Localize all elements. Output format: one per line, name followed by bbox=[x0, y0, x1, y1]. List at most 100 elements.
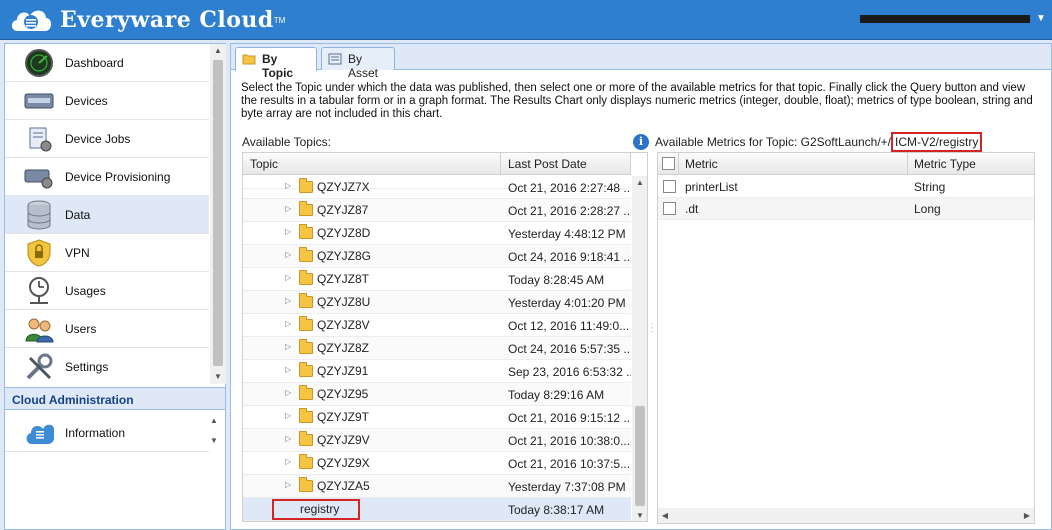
tab-by-asset[interactable]: By Asset bbox=[321, 47, 395, 80]
table-row[interactable]: ▷ QZYJZ8T Today 8:28:45 AM bbox=[243, 268, 631, 291]
sidebar-item-data[interactable]: Data bbox=[5, 196, 209, 234]
table-row[interactable]: printerList String bbox=[658, 176, 1034, 198]
user-name-redacted[interactable] bbox=[860, 15, 1030, 23]
table-row[interactable]: ▷ QZYJZ8G Oct 24, 2016 9:18:41 ... bbox=[243, 245, 631, 268]
folder-icon bbox=[299, 293, 313, 308]
sidebar-item-label: Users bbox=[65, 321, 97, 336]
column-header-metric[interactable]: Metric bbox=[679, 153, 908, 175]
trademark: TM bbox=[273, 15, 286, 25]
scroll-down-icon[interactable]: ▼ bbox=[632, 509, 647, 521]
topic-date: Today 8:29:16 AM bbox=[508, 388, 605, 402]
table-row[interactable]: ▷ QZYJZ8D Yesterday 4:48:12 PM bbox=[243, 222, 631, 245]
sidebar-item-device-provisioning[interactable]: Device Provisioning bbox=[5, 158, 209, 196]
splitter-handle[interactable]: :: bbox=[651, 322, 653, 334]
app-header: Everyware Cloud TM ▼ bbox=[0, 0, 1052, 40]
sidebar-item-devices[interactable]: Devices bbox=[5, 82, 209, 120]
data-icon bbox=[23, 199, 55, 231]
available-metrics-label: Available Metrics for Topic: G2SoftLaunc… bbox=[655, 132, 983, 152]
metrics-grid: Metric Metric Type printerList String .d… bbox=[657, 152, 1035, 524]
admin-scroll-up-icon[interactable]: ▲ bbox=[210, 416, 218, 425]
table-row[interactable]: ▷ QZYJZ87 Oct 21, 2016 2:28:27 ... bbox=[243, 199, 631, 222]
topic-date: Oct 21, 2016 2:27:48 ... bbox=[508, 181, 631, 195]
topic-date: Yesterday 4:01:20 PM bbox=[508, 296, 626, 310]
topics-grid: Topic Last Post Date ▷ QZYJZ7X Oct 21, 201… bbox=[242, 152, 648, 522]
table-row[interactable]: ▷ QZYJZ9X Oct 21, 2016 10:37:5... bbox=[243, 452, 631, 475]
table-row[interactable]: .dt Long bbox=[658, 198, 1034, 220]
table-row[interactable]: ▷ QZYJZ95 Today 8:29:16 AM bbox=[243, 383, 631, 406]
topic-name: QZYJZ8Z bbox=[317, 341, 370, 355]
sidebar-item-label: Dashboard bbox=[65, 55, 124, 70]
cloud-logo-icon bbox=[11, 10, 52, 31]
sidebar-item-settings[interactable]: Settings bbox=[5, 348, 209, 384]
sidebar-item-users[interactable]: Users bbox=[5, 310, 209, 348]
folder-icon bbox=[299, 339, 313, 354]
scroll-up-icon[interactable]: ▲ bbox=[632, 176, 647, 190]
scroll-down-icon[interactable]: ▼ bbox=[210, 370, 226, 384]
topic-name: QZYJZ8U bbox=[317, 295, 371, 309]
topic-date: Today 8:38:17 AM bbox=[508, 503, 605, 517]
topics-scrollbar[interactable]: ▲ ▼ bbox=[632, 176, 647, 521]
topic-date: Oct 24, 2016 9:18:41 ... bbox=[508, 250, 631, 264]
metric-checkbox[interactable] bbox=[663, 202, 676, 215]
tab-strip: By Topic By Asset bbox=[231, 44, 1051, 80]
table-row[interactable]: ▷ QZYJZA5 Yesterday 7:37:08 PM bbox=[243, 475, 631, 498]
topic-date: Sep 23, 2016 6:53:32 ... bbox=[508, 365, 631, 379]
sidebar-scroll-thumb[interactable] bbox=[213, 60, 223, 366]
sidebar-item-information[interactable]: Information bbox=[5, 414, 209, 452]
app-title: Everyware Cloud bbox=[60, 7, 274, 33]
tab-by-topic[interactable]: By Topic bbox=[235, 47, 317, 80]
topics-scroll-thumb[interactable] bbox=[635, 406, 645, 506]
folder-icon bbox=[299, 454, 313, 469]
folder-icon bbox=[299, 408, 313, 423]
column-header-last-post-date[interactable]: Last Post Date bbox=[501, 153, 631, 175]
topics-grid-header: Topic Last Post Date bbox=[243, 153, 631, 175]
sidebar-item-label: Device Provisioning bbox=[65, 169, 171, 184]
metrics-horizontal-scrollbar[interactable]: ◀ ▶ bbox=[658, 508, 1034, 523]
sidebar-item-usages[interactable]: Usages bbox=[5, 272, 209, 310]
sidebar-item-label: Usages bbox=[65, 283, 106, 298]
table-row[interactable]: ▷ QZYJZ8Z Oct 24, 2016 5:57:35 ... bbox=[243, 337, 631, 360]
metric-type: Long bbox=[914, 202, 941, 216]
sidebar-item-vpn[interactable]: VPN bbox=[5, 234, 209, 272]
users-icon bbox=[23, 313, 55, 345]
column-header-metric-type[interactable]: Metric Type bbox=[908, 153, 1034, 175]
user-menu-caret-icon[interactable]: ▼ bbox=[1036, 13, 1046, 24]
select-all-cell[interactable] bbox=[658, 153, 679, 175]
sidebar-item-dashboard[interactable]: Dashboard bbox=[5, 44, 209, 82]
table-row[interactable]: ▷ QZYJZ9T Oct 21, 2016 9:15:12 ... bbox=[243, 406, 631, 429]
folder-icon bbox=[299, 224, 313, 239]
table-row[interactable]: ▷ QZYJZ8V Oct 12, 2016 11:49:0... bbox=[243, 314, 631, 337]
settings-icon bbox=[23, 351, 55, 383]
topic-name: QZYJZ9X bbox=[317, 456, 370, 470]
table-row[interactable]: ▷ QZYJZ91 Sep 23, 2016 6:53:32 ... bbox=[243, 360, 631, 383]
info-icon[interactable]: i bbox=[633, 134, 649, 150]
available-topics-label: Available Topics: bbox=[242, 135, 331, 149]
folder-icon bbox=[299, 201, 313, 216]
table-row[interactable]: ▷ QZYJZ8U Yesterday 4:01:20 PM bbox=[243, 291, 631, 314]
topic-name: QZYJZ95 bbox=[317, 387, 369, 401]
scroll-up-icon[interactable]: ▲ bbox=[210, 44, 226, 58]
sidebar-item-device-jobs[interactable]: Device Jobs bbox=[5, 120, 209, 158]
metric-checkbox[interactable] bbox=[663, 180, 676, 193]
table-row[interactable]: ▷ QZYJZ7X Oct 21, 2016 2:27:48 ... bbox=[243, 176, 631, 199]
sidebar-scrollbar[interactable]: ▲ ▼ bbox=[210, 44, 226, 384]
usages-icon bbox=[23, 275, 55, 307]
sidebar-item-label: Devices bbox=[65, 93, 108, 108]
topic-date: Oct 24, 2016 5:57:35 ... bbox=[508, 342, 631, 356]
sidebar-item-label: VPN bbox=[65, 245, 90, 260]
table-row-selected[interactable]: registry Today 8:38:17 AM bbox=[243, 498, 631, 521]
folder-icon bbox=[299, 362, 313, 377]
topic-date: Yesterday 7:37:08 PM bbox=[508, 480, 626, 494]
scroll-right-icon[interactable]: ▶ bbox=[1020, 508, 1034, 523]
topic-date: Oct 21, 2016 9:15:12 ... bbox=[508, 411, 631, 425]
topic-name: QZYJZA5 bbox=[317, 479, 370, 493]
topic-name: QZYJZ91 bbox=[317, 364, 369, 378]
table-row[interactable]: ▷ QZYJZ9V Oct 21, 2016 10:38:0... bbox=[243, 429, 631, 452]
select-all-checkbox[interactable] bbox=[662, 157, 675, 170]
device-jobs-icon bbox=[23, 123, 55, 155]
topic-name: QZYJZ8G bbox=[317, 249, 372, 263]
column-header-topic[interactable]: Topic bbox=[243, 153, 501, 175]
admin-scroll-down-icon[interactable]: ▼ bbox=[210, 436, 218, 445]
scroll-left-icon[interactable]: ◀ bbox=[658, 508, 672, 523]
devices-icon bbox=[23, 85, 55, 117]
